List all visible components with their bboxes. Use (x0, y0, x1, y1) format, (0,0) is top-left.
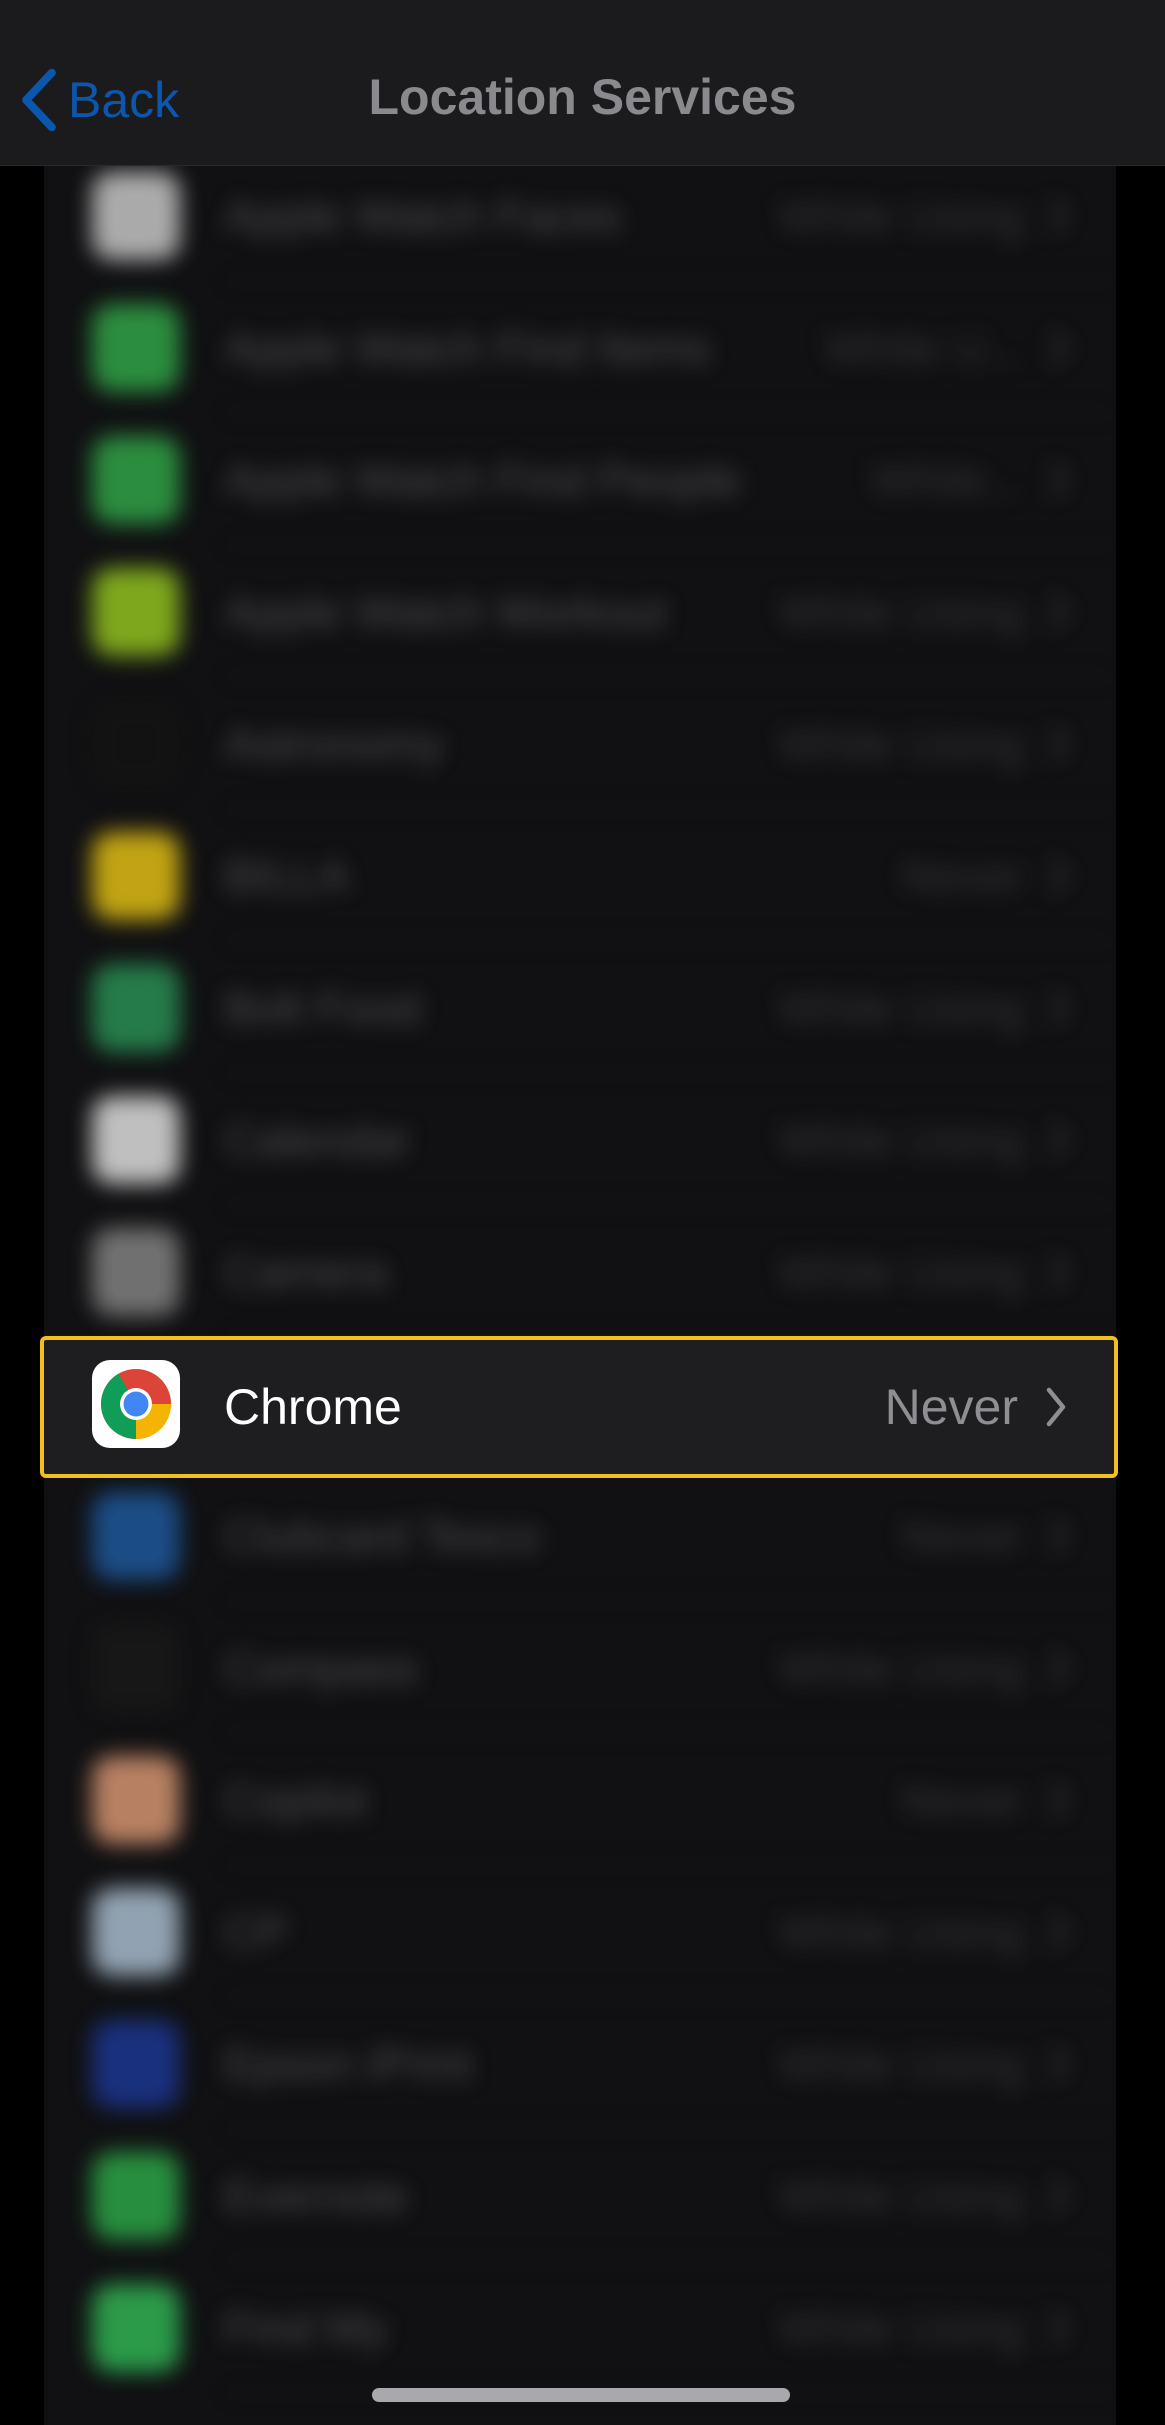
list-item[interactable]: Apple Watch Find Items While U... (44, 282, 1116, 414)
app-name: Apple Watch Faces (224, 190, 622, 242)
location-permission-value: While Using (778, 1246, 1024, 1298)
location-permission-value: While Using (778, 586, 1024, 638)
app-name: Astronomy (224, 718, 444, 770)
list-item[interactable]: Epson iPrint While Using (44, 1998, 1116, 2130)
app-name: Apple Watch Workout (224, 586, 667, 638)
app-icon (92, 1096, 180, 1184)
app-name: Calendar (224, 1114, 411, 1166)
app-name: CP (224, 1906, 288, 1958)
app-name: Copilot (224, 1774, 368, 1826)
app-name: Apple Watch Find People (224, 454, 742, 506)
list-item[interactable]: Apple Watch Faces While Using (44, 166, 1116, 282)
app-icon (92, 1756, 180, 1844)
location-permission-value: While Using (778, 1642, 1024, 1694)
chevron-right-icon (1049, 1253, 1069, 1291)
list-item[interactable]: Apple Watch Workout While Using (44, 546, 1116, 678)
location-permission-value: While Using (778, 2170, 1024, 2222)
app-icon (92, 1228, 180, 1316)
location-permission-value: While Using (778, 1114, 1024, 1166)
location-permission-value: Never (901, 1510, 1024, 1562)
chevron-right-icon (1049, 2309, 1069, 2347)
list-item[interactable]: Find My While Using (44, 2262, 1116, 2394)
app-name: BILLA (224, 850, 350, 902)
app-icon (92, 304, 180, 392)
chevron-right-icon (1049, 725, 1069, 763)
app-icon (92, 700, 180, 788)
chevron-right-icon (1049, 329, 1069, 367)
chevron-right-icon (1049, 1121, 1069, 1159)
app-name: Camera (224, 1246, 388, 1298)
chevron-right-icon (1049, 989, 1069, 1027)
app-icon (92, 964, 180, 1052)
list-item[interactable]: Copilot Never (44, 1734, 1116, 1866)
location-permission-value: While Using (778, 190, 1024, 242)
chevron-right-icon (1049, 1649, 1069, 1687)
app-icon (92, 1624, 180, 1712)
page-title: Location Services (368, 69, 797, 125)
app-icon (92, 568, 180, 656)
navigation-bar: Back Location Services (0, 0, 1165, 166)
list-item[interactable]: Clubcard Tesco Never (44, 1470, 1116, 1602)
chevron-right-icon (1049, 197, 1069, 235)
chrome-icon (92, 1360, 180, 1448)
chevron-right-icon (1049, 593, 1069, 631)
app-icon (92, 1492, 180, 1580)
app-name: Clubcard Tesco (224, 1510, 541, 1562)
list-item-chrome[interactable]: Chrome Never (40, 1336, 1118, 1478)
chevron-right-icon (1049, 1781, 1069, 1819)
app-icon (92, 2284, 180, 2372)
list-item[interactable]: Compass While Using (44, 1602, 1116, 1734)
app-list[interactable]: Apple Watch Faces While Using Apple Watch … (44, 166, 1116, 2425)
list-item[interactable]: Camera While Using (44, 1206, 1116, 1338)
location-permission-value: While Using (778, 2302, 1024, 2354)
list-item[interactable]: Astronomy While Using (44, 678, 1116, 810)
app-name: Compass (224, 1642, 419, 1694)
app-icon (92, 2020, 180, 2108)
app-icon (92, 2152, 180, 2240)
location-permission-value: Never (901, 850, 1024, 902)
location-permission-value: Never (901, 1774, 1024, 1826)
location-permission-value: While Using (778, 982, 1024, 1034)
app-name: Evernote (224, 2170, 409, 2222)
chevron-right-icon (1049, 2177, 1069, 2215)
app-icon (92, 1888, 180, 1976)
location-permission-value: While Using (778, 718, 1024, 770)
chevron-right-icon (1049, 857, 1069, 895)
list-item[interactable]: CP While Using (44, 1866, 1116, 1998)
location-permission-value: While U... (824, 322, 1024, 374)
list-item[interactable]: BILLA Never (44, 810, 1116, 942)
chevron-right-icon (1049, 461, 1069, 499)
list-item[interactable]: Apple Watch Find People While... (44, 414, 1116, 546)
app-icon (92, 436, 180, 524)
chevron-right-icon (1049, 2045, 1069, 2083)
chrome-name: Chrome (224, 1379, 402, 1435)
location-permission-value: While Using (778, 1906, 1024, 1958)
location-services-screen: Back Location Services Apple Watch Faces… (0, 0, 1165, 2425)
chrome-location-value: Never (884, 1379, 1018, 1435)
home-indicator[interactable] (372, 2388, 790, 2402)
list-item[interactable]: Evernote While Using (44, 2130, 1116, 2262)
chevron-right-icon (1049, 1913, 1069, 1951)
app-icon (92, 832, 180, 920)
app-name: Bolt Food (224, 982, 421, 1034)
app-name: Find My (224, 2302, 388, 2354)
list-item[interactable]: Bolt Food While Using (44, 942, 1116, 1074)
location-permission-value: While Using (778, 2038, 1024, 2090)
list-item[interactable]: Calendar While Using (44, 1074, 1116, 1206)
app-name: Apple Watch Find Items (224, 322, 711, 374)
chevron-right-icon (1046, 1387, 1066, 1427)
chevron-right-icon (1049, 1517, 1069, 1555)
app-icon (92, 172, 180, 260)
location-permission-value: While... (870, 454, 1024, 506)
app-name: Epson iPrint (224, 2038, 473, 2090)
